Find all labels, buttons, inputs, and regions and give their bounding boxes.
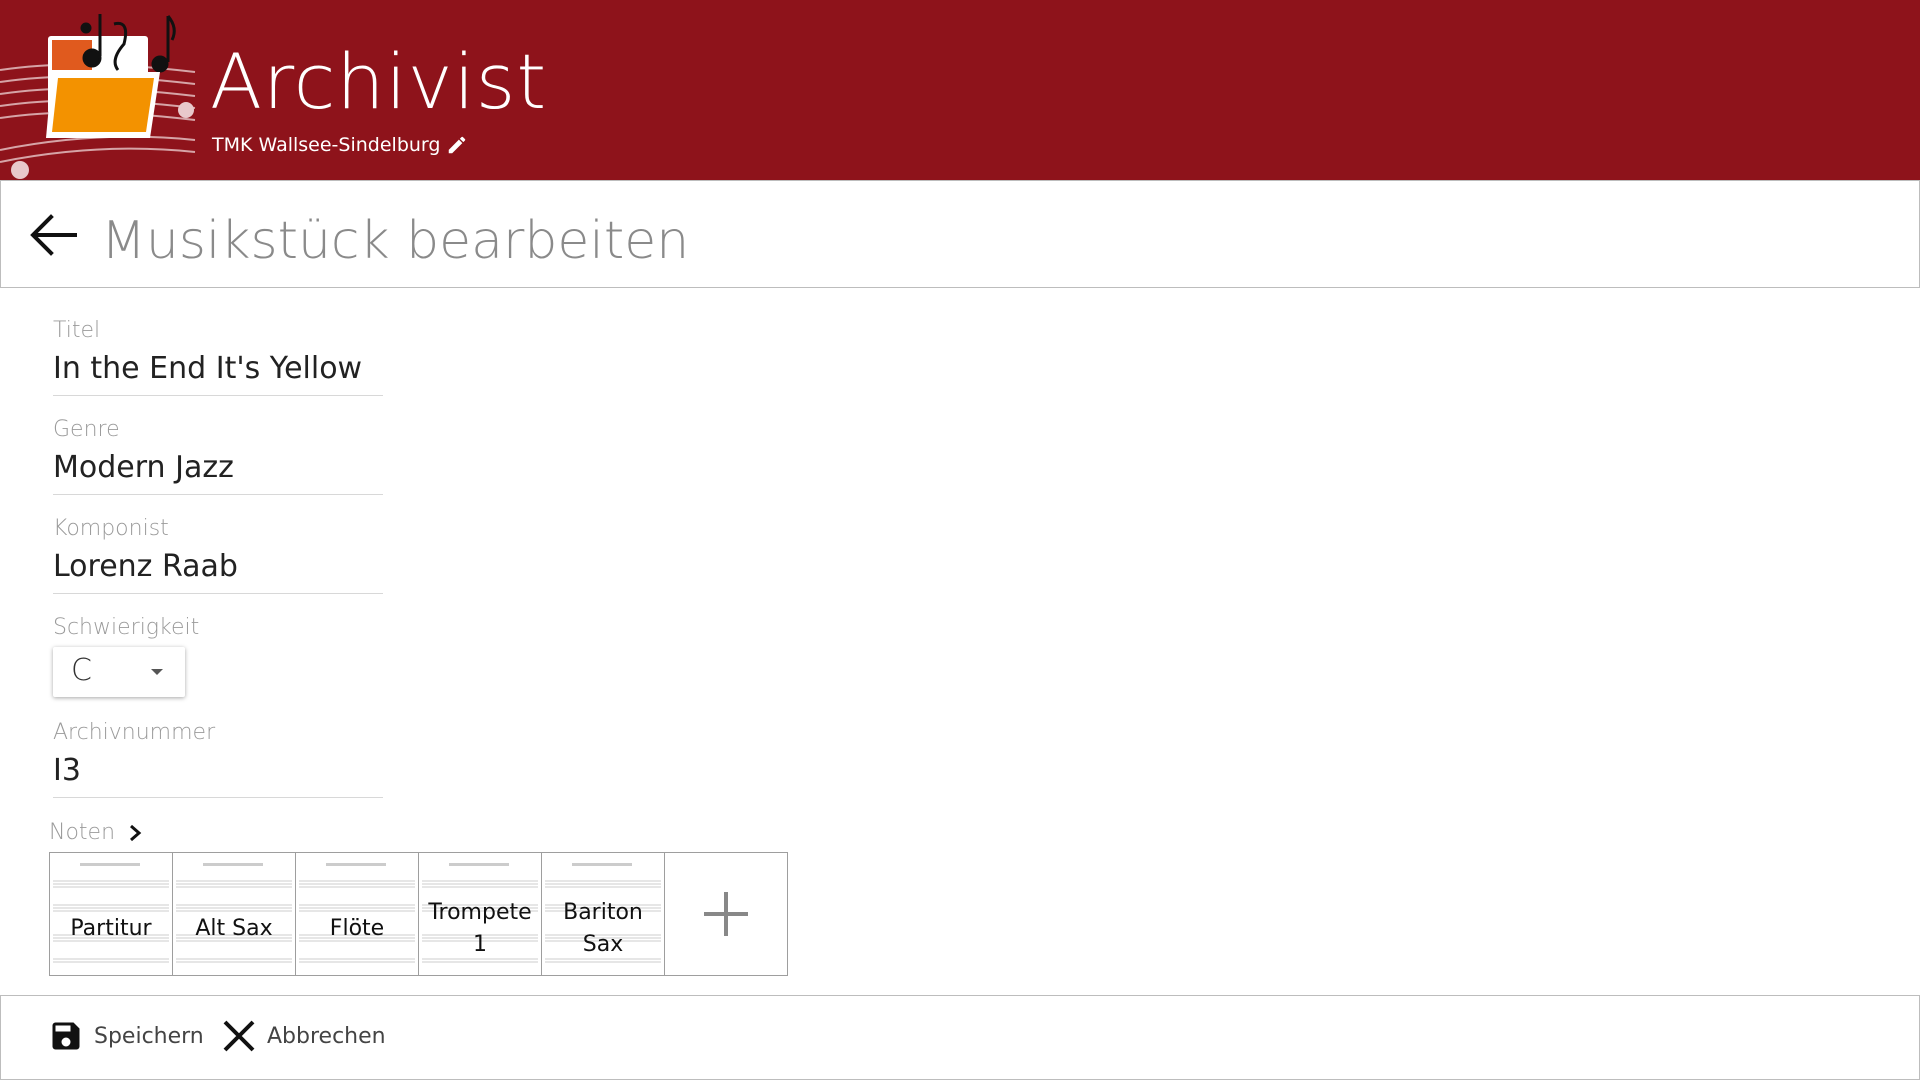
note-tile-alt-sax[interactable]: Alt Sax — [173, 853, 296, 975]
cancel-button[interactable]: Abbrechen — [221, 1018, 386, 1054]
title-bar: Musikstück bearbeiten — [0, 180, 1920, 288]
noten-link[interactable]: Noten — [49, 820, 145, 845]
add-noten-button[interactable] — [665, 853, 787, 975]
archivnummer-label: Archivnummer — [53, 720, 216, 745]
chevron-right-icon — [130, 824, 142, 841]
close-icon — [223, 1020, 255, 1052]
organization-row[interactable]: TMK Wallsee-Sindelburg — [212, 134, 468, 156]
genre-input[interactable]: Modern Jazz — [53, 450, 383, 495]
cancel-label: Abbrechen — [267, 1023, 386, 1049]
komponist-label: Komponist — [53, 516, 169, 541]
noten-strip: Partitur Alt Sax Flöte Trompete 1 Barito… — [49, 852, 788, 976]
komponist-field: Komponist Lorenz Raab — [53, 516, 383, 594]
archivnummer-field: Archivnummer I3 — [53, 720, 383, 798]
note-tile-floete[interactable]: Flöte — [296, 853, 419, 975]
titel-input[interactable]: In the End It's Yellow — [53, 351, 383, 396]
chevron-down-icon — [151, 669, 163, 675]
app-header: Archivist TMK Wallsee-Sindelburg — [0, 0, 1920, 180]
note-tile-label: Trompete 1 — [428, 900, 532, 957]
note-tile-bariton-sax[interactable]: Bariton Sax — [542, 853, 665, 975]
schwierigkeit-select[interactable]: C — [53, 647, 185, 697]
page-title: Musikstück bearbeiten — [101, 211, 690, 271]
titel-field: Titel In the End It's Yellow — [53, 318, 383, 396]
save-disk-icon — [52, 1022, 80, 1050]
note-tile-label: Partitur — [70, 916, 152, 941]
genre-field: Genre Modern Jazz — [53, 417, 383, 495]
save-label: Speichern — [94, 1023, 204, 1049]
app-title: Archivist — [210, 37, 548, 126]
organization-name: TMK Wallsee-Sindelburg — [212, 134, 441, 156]
edit-pencil-icon[interactable] — [446, 134, 468, 156]
save-button[interactable]: Speichern — [48, 1018, 204, 1054]
schwierigkeit-field: Schwierigkeit — [53, 615, 383, 640]
plus-icon — [704, 892, 748, 936]
schwierigkeit-selected-value: C — [71, 653, 92, 688]
noten-label: Noten — [49, 820, 116, 845]
footer-bar: Speichern Abbrechen — [0, 995, 1920, 1080]
back-arrow-icon[interactable] — [27, 213, 79, 257]
note-tile-label: Alt Sax — [195, 916, 273, 941]
note-tile-label: Flöte — [329, 916, 385, 941]
genre-label: Genre — [53, 417, 120, 442]
note-tile-partitur[interactable]: Partitur — [50, 853, 173, 975]
archivist-logo-icon — [0, 14, 196, 179]
schwierigkeit-label: Schwierigkeit — [53, 615, 200, 640]
archivnummer-input[interactable]: I3 — [53, 753, 383, 798]
note-tile-trompete-1[interactable]: Trompete 1 — [419, 853, 542, 975]
komponist-input[interactable]: Lorenz Raab — [53, 549, 383, 594]
titel-label: Titel — [53, 318, 101, 343]
note-tile-label: Bariton Sax — [563, 900, 643, 957]
